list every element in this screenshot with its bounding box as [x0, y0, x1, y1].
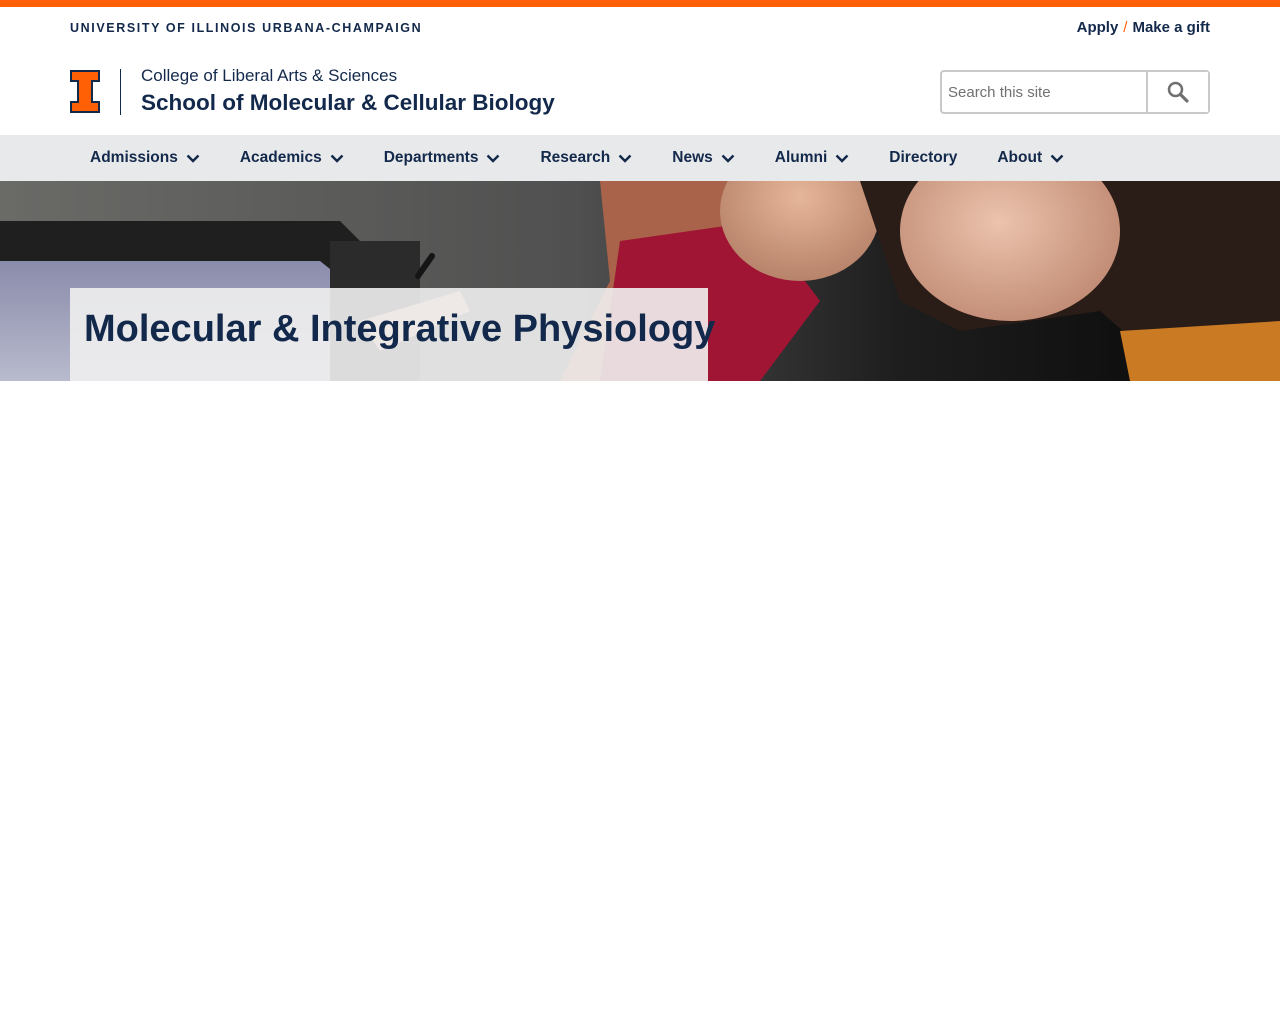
brand-divider: [120, 69, 121, 115]
apply-link[interactable]: Apply: [1077, 19, 1119, 36]
search-input[interactable]: [942, 72, 1146, 112]
university-bar: UNIVERSITY OF ILLINOIS URBANA-CHAMPAIGN …: [70, 19, 1210, 39]
chevron-down-icon: [835, 154, 849, 163]
chevron-down-icon: [721, 154, 735, 163]
chevron-down-icon: [1050, 154, 1064, 163]
nav-item-label: Academics: [239, 149, 322, 166]
chevron-down-icon: [487, 154, 500, 163]
nav-item-label: About: [997, 149, 1043, 166]
nav-item-label: Admissions: [90, 149, 178, 166]
nav-item-research[interactable]: Research: [520, 135, 652, 181]
nav-item-alumni[interactable]: Alumni: [755, 135, 870, 181]
university-wordmark[interactable]: UNIVERSITY OF ILLINOIS URBANA-CHAMPAIGN: [70, 21, 422, 35]
search-button[interactable]: [1146, 72, 1208, 112]
nav-item-news[interactable]: News: [652, 135, 755, 181]
main-navigation: Admissions Academics Departments Researc…: [0, 135, 1280, 181]
utility-links: Apply / Make a gift: [1077, 19, 1210, 36]
chevron-down-icon: [618, 154, 632, 163]
hero-banner: Molecular & Integrative Physiology: [0, 181, 1280, 381]
search-icon: [1167, 81, 1189, 103]
block-i-icon[interactable]: [70, 70, 100, 113]
nav-item-label: Alumni: [774, 149, 828, 166]
site-search: [940, 70, 1210, 114]
nav-item-label: Departments: [383, 149, 479, 166]
school-name[interactable]: School of Molecular & Cellular Biology: [141, 90, 555, 116]
nav-item-label: Research: [540, 149, 611, 166]
nav-item-directory[interactable]: Directory: [869, 135, 977, 181]
hero-title-box: Molecular & Integrative Physiology: [70, 288, 715, 381]
chevron-down-icon: [186, 154, 200, 163]
nav-list: Admissions Academics Departments Researc…: [70, 135, 1084, 181]
nav-item-label: News: [672, 149, 713, 166]
college-name[interactable]: College of Liberal Arts & Sciences: [141, 66, 397, 86]
nav-item-label: Directory: [889, 149, 958, 166]
nav-item-admissions[interactable]: Admissions: [70, 135, 220, 181]
make-a-gift-link[interactable]: Make a gift: [1132, 19, 1210, 36]
utility-separator: /: [1123, 19, 1128, 36]
nav-item-departments[interactable]: Departments: [364, 135, 521, 181]
top-accent-stripe: [0, 0, 1280, 7]
nav-item-about[interactable]: About: [977, 135, 1084, 181]
chevron-down-icon: [330, 154, 344, 163]
nav-item-academics[interactable]: Academics: [220, 135, 364, 181]
page-title: Molecular & Integrative Physiology: [84, 308, 716, 350]
